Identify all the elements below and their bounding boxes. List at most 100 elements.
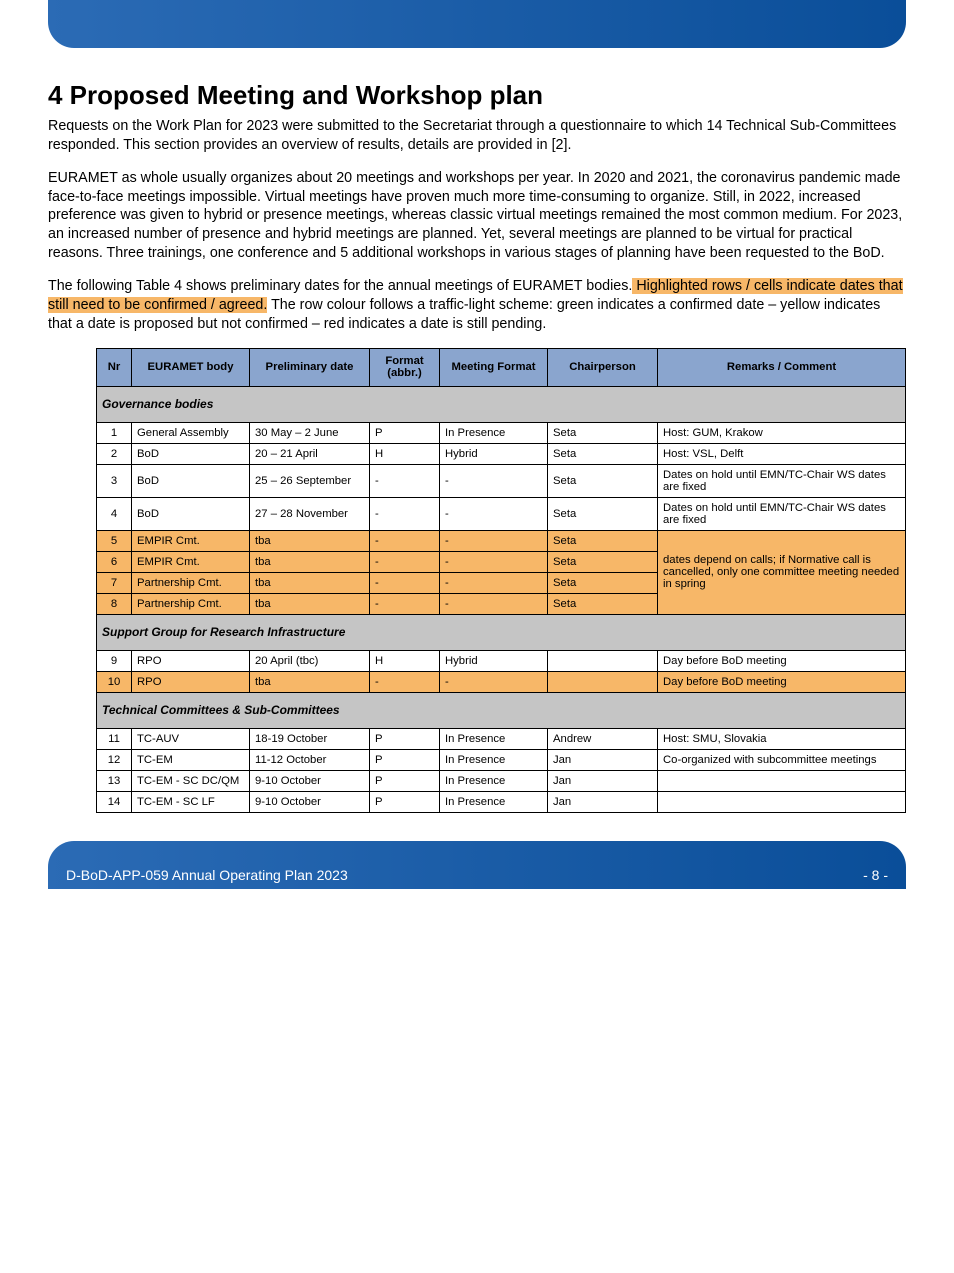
- cell-date: tba: [250, 551, 370, 572]
- cell-remarks: Day before BoD meeting: [658, 650, 906, 671]
- cell-body: General Assembly: [132, 422, 250, 443]
- table-row: 10 RPO tba - - Day before BoD meeting: [97, 671, 906, 692]
- table-row: 13 TC-EM - SC DC/QM 9-10 October P In Pr…: [97, 770, 906, 791]
- cell-nr: 12: [97, 749, 132, 770]
- cell-nr: 6: [97, 551, 132, 572]
- th-abbr: Format (abbr.): [370, 348, 440, 386]
- cell-chair: Seta: [548, 497, 658, 530]
- footer-right: - 8 -: [863, 867, 888, 883]
- section-governance: Governance bodies: [97, 386, 906, 422]
- th-format: Meeting Format: [440, 348, 548, 386]
- cell-chair: Jan: [548, 749, 658, 770]
- cell-abbr: -: [370, 464, 440, 497]
- section-governance-label: Governance bodies: [97, 386, 906, 422]
- cell-body: TC-AUV: [132, 728, 250, 749]
- cell-remarks: Host: VSL, Delft: [658, 443, 906, 464]
- cell-abbr: -: [370, 530, 440, 551]
- cell-date: 20 – 21 April: [250, 443, 370, 464]
- cell-abbr: H: [370, 443, 440, 464]
- cell-format: -: [440, 530, 548, 551]
- top-banner: [48, 0, 906, 48]
- cell-abbr: -: [370, 551, 440, 572]
- cell-body: BoD: [132, 497, 250, 530]
- cell-body: Partnership Cmt.: [132, 593, 250, 614]
- table-row: 3 BoD 25 – 26 September - - Seta Dates o…: [97, 464, 906, 497]
- table-row: 12 TC-EM 11-12 October P In Presence Jan…: [97, 749, 906, 770]
- cell-format: In Presence: [440, 770, 548, 791]
- cell-nr: 9: [97, 650, 132, 671]
- cell-chair: Seta: [548, 572, 658, 593]
- cell-format: -: [440, 671, 548, 692]
- page-title: 4 Proposed Meeting and Workshop plan: [48, 80, 906, 111]
- cell-remarks: Host: SMU, Slovakia: [658, 728, 906, 749]
- th-date: Preliminary date: [250, 348, 370, 386]
- cell-chair: Jan: [548, 770, 658, 791]
- section-research-label: Support Group for Research Infrastructur…: [97, 614, 906, 650]
- cell-format: Hybrid: [440, 650, 548, 671]
- cell-date: 11-12 October: [250, 749, 370, 770]
- merged-remarks: dates depend on calls; if Normative call…: [658, 530, 906, 614]
- cell-nr: 8: [97, 593, 132, 614]
- cell-chair: Seta: [548, 443, 658, 464]
- paragraph-3: The following Table 4 shows preliminary …: [48, 277, 906, 334]
- cell-body: Partnership Cmt.: [132, 572, 250, 593]
- section-research: Support Group for Research Infrastructur…: [97, 614, 906, 650]
- cell-nr: 11: [97, 728, 132, 749]
- cell-remarks: Host: GUM, Krakow: [658, 422, 906, 443]
- cell-format: -: [440, 572, 548, 593]
- cell-abbr: -: [370, 593, 440, 614]
- cell-abbr: P: [370, 770, 440, 791]
- cell-abbr: P: [370, 791, 440, 812]
- cell-abbr: -: [370, 572, 440, 593]
- cell-date: 27 – 28 November: [250, 497, 370, 530]
- footer-left: D-BoD-APP-059 Annual Operating Plan 2023: [66, 867, 348, 883]
- cell-nr: 14: [97, 791, 132, 812]
- table-row: 14 TC-EM - SC LF 9-10 October P In Prese…: [97, 791, 906, 812]
- cell-nr: 1: [97, 422, 132, 443]
- cell-date: 18-19 October: [250, 728, 370, 749]
- cell-date: 30 May – 2 June: [250, 422, 370, 443]
- cell-nr: 3: [97, 464, 132, 497]
- table-row: 11 TC-AUV 18-19 October P In Presence An…: [97, 728, 906, 749]
- cell-remarks: Day before BoD meeting: [658, 671, 906, 692]
- cell-chair: Seta: [548, 551, 658, 572]
- cell-format: -: [440, 551, 548, 572]
- cell-abbr: H: [370, 650, 440, 671]
- cell-remarks: [658, 770, 906, 791]
- cell-body: EMPIR Cmt.: [132, 530, 250, 551]
- cell-abbr: -: [370, 671, 440, 692]
- table-row: 1 General Assembly 30 May – 2 June P In …: [97, 422, 906, 443]
- cell-date: 25 – 26 September: [250, 464, 370, 497]
- cell-abbr: P: [370, 422, 440, 443]
- cell-nr: 5: [97, 530, 132, 551]
- cell-chair: Seta: [548, 593, 658, 614]
- cell-chair: [548, 650, 658, 671]
- cell-abbr: P: [370, 728, 440, 749]
- cell-nr: 13: [97, 770, 132, 791]
- cell-body: BoD: [132, 464, 250, 497]
- table-row: 9 RPO 20 April (tbc) H Hybrid Day before…: [97, 650, 906, 671]
- cell-remarks: Co-organized with subcommittee meetings: [658, 749, 906, 770]
- cell-body: TC-EM - SC LF: [132, 791, 250, 812]
- cell-body: TC-EM: [132, 749, 250, 770]
- cell-nr: 2: [97, 443, 132, 464]
- table-header-row: Nr EURAMET body Preliminary date Format …: [97, 348, 906, 386]
- cell-format: -: [440, 497, 548, 530]
- cell-format: In Presence: [440, 791, 548, 812]
- cell-format: In Presence: [440, 749, 548, 770]
- table-row: 5 EMPIR Cmt. tba - - Seta dates depend o…: [97, 530, 906, 551]
- cell-date: 20 April (tbc): [250, 650, 370, 671]
- cell-date: 9-10 October: [250, 791, 370, 812]
- cell-date: 9-10 October: [250, 770, 370, 791]
- table-row: 4 BoD 27 – 28 November - - Seta Dates on…: [97, 497, 906, 530]
- bottom-banner: D-BoD-APP-059 Annual Operating Plan 2023…: [48, 841, 906, 889]
- cell-format: -: [440, 464, 548, 497]
- cell-body: RPO: [132, 650, 250, 671]
- section-technical-label: Technical Committees & Sub-Committees: [97, 692, 906, 728]
- cell-chair: Seta: [548, 530, 658, 551]
- paragraph-1: Requests on the Work Plan for 2023 were …: [48, 117, 906, 155]
- cell-date: tba: [250, 593, 370, 614]
- table-row: 2 BoD 20 – 21 April H Hybrid Seta Host: …: [97, 443, 906, 464]
- cell-chair: Seta: [548, 464, 658, 497]
- th-body: EURAMET body: [132, 348, 250, 386]
